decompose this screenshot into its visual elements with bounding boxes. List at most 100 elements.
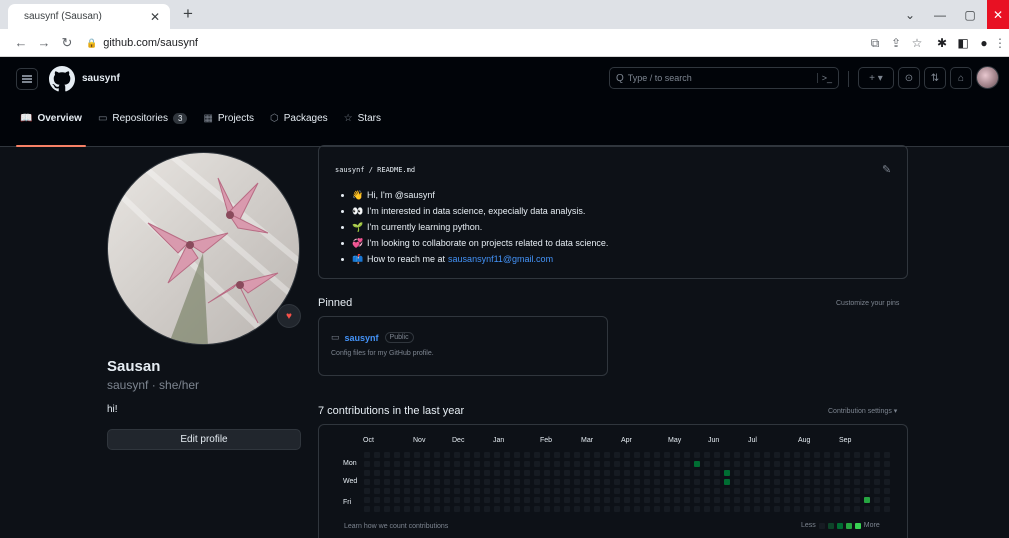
contribution-cell[interactable] <box>774 479 780 485</box>
contribution-cell[interactable] <box>494 479 500 485</box>
close-window-icon[interactable]: ✕ <box>987 0 1009 29</box>
contribution-cell[interactable] <box>524 488 530 494</box>
contribution-cell[interactable] <box>754 479 760 485</box>
learn-contributions-link[interactable]: Learn how we count contributions <box>344 523 448 530</box>
contribution-cell[interactable] <box>634 506 640 512</box>
contribution-cell[interactable] <box>604 488 610 494</box>
contribution-cell[interactable] <box>704 452 710 458</box>
contribution-cell[interactable] <box>784 497 790 503</box>
contribution-cell[interactable] <box>774 470 780 476</box>
contribution-cell[interactable] <box>744 488 750 494</box>
contribution-cell[interactable] <box>384 488 390 494</box>
contribution-cell[interactable] <box>544 461 550 467</box>
pull-requests-icon[interactable]: ⇅ <box>924 67 946 89</box>
contribution-cell[interactable] <box>614 452 620 458</box>
contribution-cell[interactable] <box>694 461 700 467</box>
contribution-cell[interactable] <box>474 461 480 467</box>
contribution-cell[interactable] <box>474 452 480 458</box>
contribution-cell[interactable] <box>844 470 850 476</box>
contribution-cell[interactable] <box>424 497 430 503</box>
contribution-cell[interactable] <box>514 452 520 458</box>
contribution-cell[interactable] <box>464 497 470 503</box>
contribution-cell[interactable] <box>504 497 510 503</box>
contribution-cell[interactable] <box>534 506 540 512</box>
contribution-cell[interactable] <box>664 470 670 476</box>
contribution-cell[interactable] <box>584 506 590 512</box>
contribution-cell[interactable] <box>584 479 590 485</box>
edit-profile-button[interactable]: Edit profile <box>107 429 301 450</box>
contribution-cell[interactable] <box>594 452 600 458</box>
contribution-cell[interactable] <box>814 497 820 503</box>
contribution-cell[interactable] <box>364 479 370 485</box>
profile-icon[interactable]: ● <box>975 34 993 52</box>
contribution-cell[interactable] <box>504 506 510 512</box>
contribution-cell[interactable] <box>864 470 870 476</box>
contribution-cell[interactable] <box>614 470 620 476</box>
contribution-cell[interactable] <box>534 461 540 467</box>
contribution-cell[interactable] <box>694 497 700 503</box>
contribution-cell[interactable] <box>714 506 720 512</box>
contribution-cell[interactable] <box>654 452 660 458</box>
contribution-cell[interactable] <box>464 470 470 476</box>
minimize-icon[interactable]: — <box>925 0 955 29</box>
contribution-cell[interactable] <box>614 497 620 503</box>
contribution-cell[interactable] <box>594 470 600 476</box>
contribution-cell[interactable] <box>714 488 720 494</box>
contribution-cell[interactable] <box>364 506 370 512</box>
contribution-cell[interactable] <box>494 461 500 467</box>
contribution-cell[interactable] <box>624 470 630 476</box>
contribution-cell[interactable] <box>754 488 760 494</box>
contribution-cell[interactable] <box>644 452 650 458</box>
contribution-cell[interactable] <box>754 497 760 503</box>
contribution-cell[interactable] <box>574 506 580 512</box>
contribution-cell[interactable] <box>674 452 680 458</box>
contribution-cell[interactable] <box>824 488 830 494</box>
contribution-cell[interactable] <box>444 479 450 485</box>
contribution-cell[interactable] <box>454 470 460 476</box>
contribution-cell[interactable] <box>704 506 710 512</box>
contribution-cell[interactable] <box>814 452 820 458</box>
contribution-cell[interactable] <box>384 461 390 467</box>
contribution-cell[interactable] <box>764 488 770 494</box>
side-panel-icon[interactable]: ◧ <box>954 34 972 52</box>
contribution-cell[interactable] <box>724 479 730 485</box>
contribution-cell[interactable] <box>484 479 490 485</box>
contribution-cell[interactable] <box>654 479 660 485</box>
contribution-cell[interactable] <box>624 497 630 503</box>
contribution-cell[interactable] <box>384 470 390 476</box>
contribution-cell[interactable] <box>824 497 830 503</box>
contribution-cell[interactable] <box>374 506 380 512</box>
contribution-cell[interactable] <box>364 461 370 467</box>
contribution-cell[interactable] <box>544 479 550 485</box>
contribution-cell[interactable] <box>454 506 460 512</box>
contribution-cell[interactable] <box>694 488 700 494</box>
contribution-cell[interactable] <box>464 461 470 467</box>
contribution-cell[interactable] <box>424 488 430 494</box>
contribution-cell[interactable] <box>454 497 460 503</box>
contribution-cell[interactable] <box>524 497 530 503</box>
contribution-cell[interactable] <box>384 497 390 503</box>
contribution-cell[interactable] <box>834 506 840 512</box>
contribution-cell[interactable] <box>514 497 520 503</box>
contribution-cell[interactable] <box>804 470 810 476</box>
contribution-cell[interactable] <box>514 461 520 467</box>
contribution-cell[interactable] <box>664 488 670 494</box>
contribution-cell[interactable] <box>794 470 800 476</box>
contribution-cell[interactable] <box>394 470 400 476</box>
contribution-cell[interactable] <box>574 461 580 467</box>
contribution-cell[interactable] <box>754 452 760 458</box>
contribution-cell[interactable] <box>524 461 530 467</box>
contribution-cell[interactable] <box>724 452 730 458</box>
contribution-cell[interactable] <box>834 461 840 467</box>
contribution-cell[interactable] <box>864 461 870 467</box>
contribution-cell[interactable] <box>564 506 570 512</box>
contribution-cell[interactable] <box>364 488 370 494</box>
contribution-cell[interactable] <box>714 452 720 458</box>
contribution-cell[interactable] <box>394 506 400 512</box>
contribution-cell[interactable] <box>364 470 370 476</box>
contribution-cell[interactable] <box>404 461 410 467</box>
contribution-cell[interactable] <box>684 479 690 485</box>
contribution-cell[interactable] <box>664 479 670 485</box>
contribution-cell[interactable] <box>704 497 710 503</box>
contribution-cell[interactable] <box>704 461 710 467</box>
